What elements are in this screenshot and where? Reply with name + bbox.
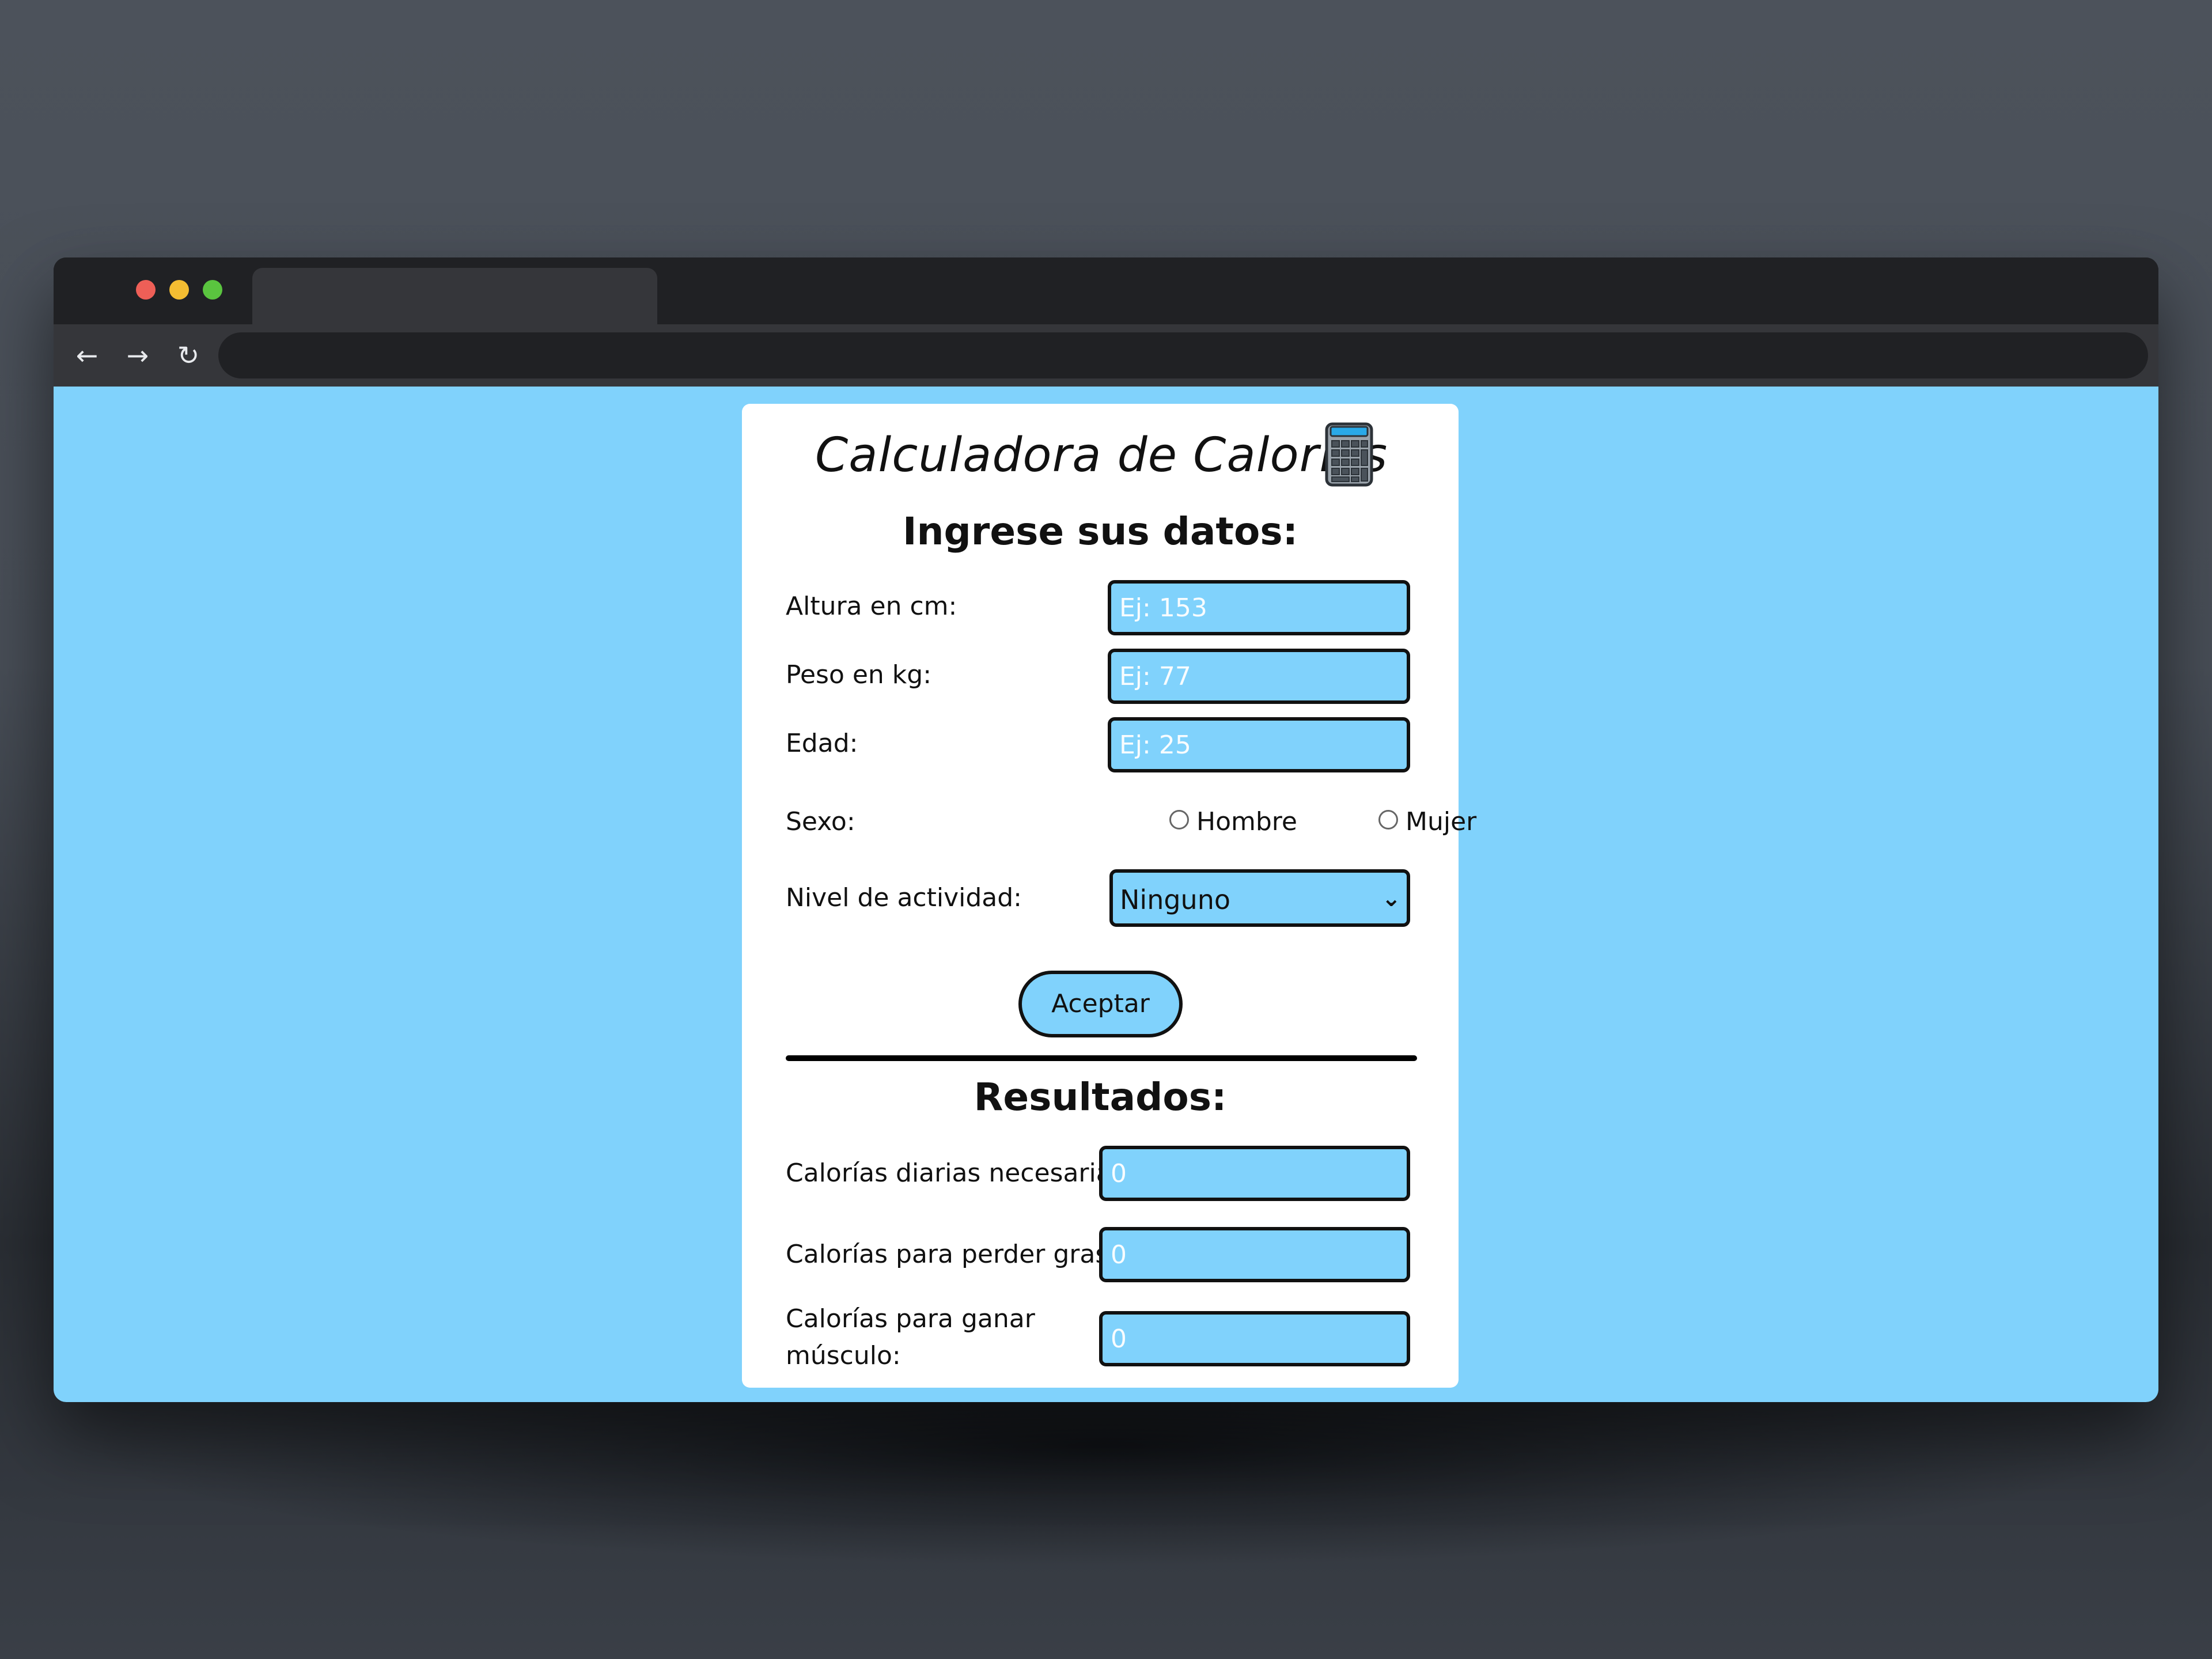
- activity-label: Nivel de actividad:: [786, 883, 1022, 912]
- forward-arrow-icon[interactable]: →: [122, 339, 154, 372]
- activity-selected-value: Ninguno: [1120, 884, 1230, 915]
- maximize-window-dot[interactable]: [203, 280, 222, 300]
- gain-muscle-label-line2: músculo:: [786, 1341, 901, 1370]
- sex-radio-hombre[interactable]: [1169, 810, 1189, 830]
- accept-button[interactable]: Aceptar: [1018, 971, 1183, 1037]
- age-input[interactable]: [1108, 717, 1410, 772]
- height-input[interactable]: [1108, 580, 1410, 635]
- reload-icon[interactable]: ↻: [172, 339, 204, 372]
- activity-select[interactable]: Ninguno ⌄: [1109, 869, 1410, 927]
- browser-tab[interactable]: [252, 268, 657, 324]
- age-label: Edad:: [786, 729, 858, 758]
- sex-option-hombre-label: Hombre: [1196, 807, 1297, 836]
- minimize-window-dot[interactable]: [169, 280, 189, 300]
- daily-calories-output[interactable]: [1099, 1146, 1410, 1201]
- browser-titlebar: [54, 257, 2158, 324]
- gain-muscle-label-line1: Calorías para ganar: [786, 1304, 1035, 1334]
- calculator-icon: [1325, 422, 1373, 487]
- lose-fat-label: Calorías para perder grasa:: [786, 1240, 1133, 1269]
- results-heading: Resultados:: [974, 1075, 1227, 1119]
- title-row: Calculadora de Calorías: [742, 418, 1459, 487]
- lose-fat-output[interactable]: [1099, 1227, 1410, 1282]
- sex-option-mujer-label: Mujer: [1406, 807, 1477, 836]
- weight-label: Peso en kg:: [786, 660, 932, 690]
- browser-window: ← → ↻ Calculadora de Calorías Ingrese su…: [54, 257, 2158, 1402]
- back-arrow-icon[interactable]: ←: [71, 339, 103, 372]
- browser-toolbar: ← → ↻: [54, 324, 2158, 387]
- sex-label: Sexo:: [786, 807, 855, 836]
- input-heading: Ingrese sus datos:: [902, 509, 1298, 554]
- close-window-dot[interactable]: [136, 280, 156, 300]
- chevron-down-icon: ⌄: [1381, 886, 1401, 911]
- page-title: Calculadora de Calorías: [815, 428, 1388, 483]
- section-divider: [786, 1055, 1417, 1061]
- gain-muscle-output[interactable]: [1099, 1311, 1410, 1366]
- weight-input[interactable]: [1108, 649, 1410, 704]
- calculator-card: Calculadora de Calorías Ingrese sus dato…: [742, 404, 1476, 1388]
- daily-calories-label: Calorías diarias necesarias:: [786, 1158, 1134, 1188]
- sex-radio-mujer[interactable]: [1378, 810, 1398, 830]
- page-viewport: Calculadora de Calorías Ingrese sus dato…: [54, 387, 2158, 1402]
- height-label: Altura en cm:: [786, 592, 957, 621]
- address-bar[interactable]: [218, 332, 2148, 378]
